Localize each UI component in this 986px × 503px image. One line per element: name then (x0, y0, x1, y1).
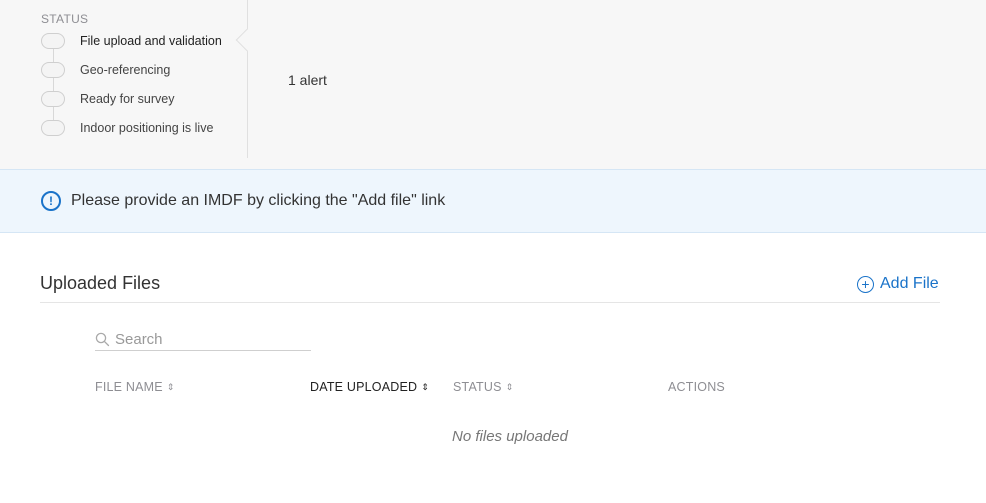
step-indicator (41, 62, 65, 78)
add-file-label: Add File (880, 275, 939, 292)
empty-state-message: No files uploaded (452, 428, 568, 445)
sort-icon: ⇕ (421, 381, 430, 392)
search-input[interactable] (115, 330, 295, 348)
column-header-file-name[interactable]: FILE NAME ⇕ (95, 380, 175, 394)
alert-count: 1 alert (288, 72, 327, 88)
sort-icon: ⇕ (505, 381, 514, 392)
step-connector (53, 41, 54, 129)
step-label: Indoor positioning is live (80, 121, 214, 135)
column-label: ACTIONS (668, 380, 725, 394)
section-divider (40, 302, 940, 303)
sort-icon: ⇕ (166, 381, 175, 392)
step-indicator (41, 120, 65, 136)
status-step-upload: File upload and validation (41, 33, 222, 49)
info-message: Please provide an IMDF by clicking the "… (71, 192, 446, 209)
search-field[interactable] (95, 328, 311, 351)
column-label: DATE UPLOADED (310, 380, 418, 394)
step-indicator (41, 91, 65, 107)
status-step-georeferencing: Geo-referencing (41, 62, 170, 78)
step-indicator (41, 33, 65, 49)
column-header-date-uploaded[interactable]: DATE UPLOADED ⇕ (310, 380, 429, 394)
status-step-live: Indoor positioning is live (41, 120, 213, 136)
uploaded-files-title: Uploaded Files (40, 273, 161, 293)
active-step-pointer (235, 28, 259, 52)
info-circle-icon: ! (41, 191, 61, 211)
search-icon (95, 332, 110, 346)
step-label: Ready for survey (80, 92, 175, 106)
step-label: File upload and validation (80, 34, 222, 48)
plus-circle-icon: + (857, 275, 874, 293)
step-label: Geo-referencing (80, 63, 171, 77)
add-file-button[interactable]: + Add File (857, 275, 939, 293)
column-label: FILE NAME (95, 380, 163, 394)
status-heading: STATUS (41, 12, 89, 26)
column-header-status[interactable]: STATUS ⇕ (453, 380, 513, 394)
status-panel: STATUS File upload and validation Geo-re… (0, 0, 986, 170)
column-label: STATUS (453, 380, 502, 394)
panel-divider (247, 0, 248, 158)
status-step-ready-survey: Ready for survey (41, 91, 174, 107)
column-header-actions: ACTIONS (668, 380, 725, 394)
info-banner: ! Please provide an IMDF by clicking the… (0, 169, 986, 233)
